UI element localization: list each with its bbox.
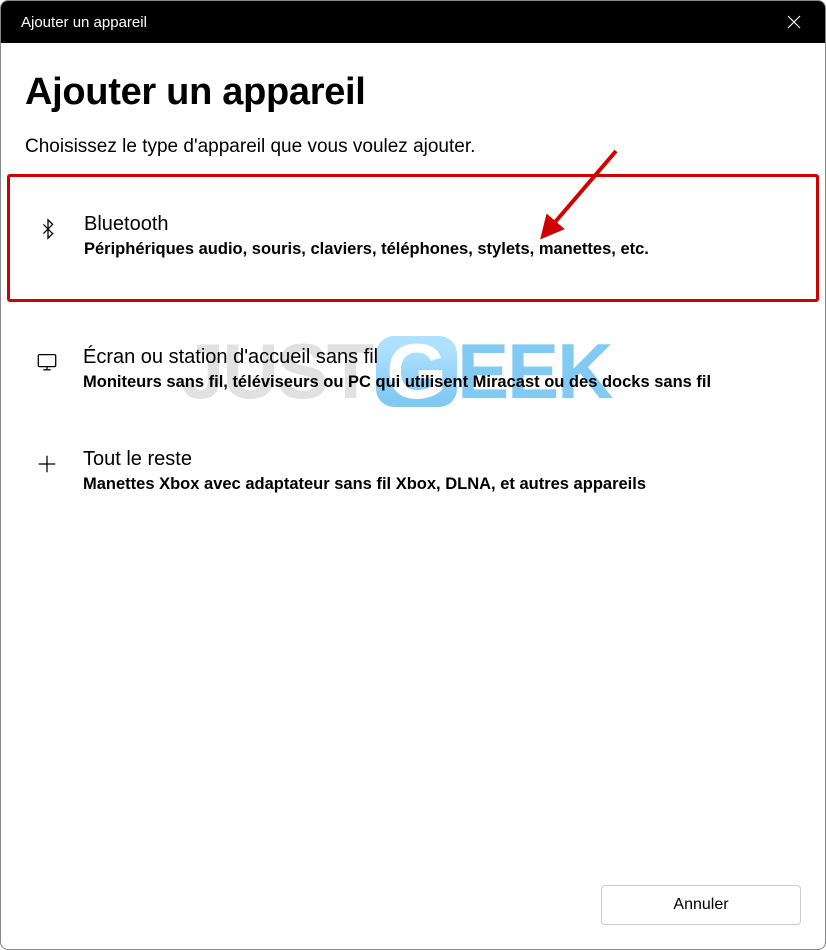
- option-description: Manettes Xbox avec adaptateur sans fil X…: [83, 475, 793, 494]
- titlebar: Ajouter un appareil: [1, 1, 825, 43]
- option-title: Tout le reste: [83, 448, 793, 471]
- dialog-footer: Annuler: [25, 867, 801, 925]
- window-title: Ajouter un appareil: [21, 14, 147, 31]
- page-subtitle: Choisissez le type d'appareil que vous v…: [25, 136, 801, 158]
- option-text: Tout le reste Manettes Xbox avec adaptat…: [83, 448, 793, 494]
- close-button[interactable]: [783, 11, 805, 33]
- bluetooth-icon: [34, 215, 62, 243]
- page-title: Ajouter un appareil: [25, 71, 801, 114]
- add-device-dialog: Ajouter un appareil JUST G EEK Ajouter u…: [0, 0, 826, 950]
- plus-icon: [33, 450, 61, 478]
- option-everything-else[interactable]: Tout le reste Manettes Xbox avec adaptat…: [25, 420, 801, 522]
- option-text: Écran ou station d'accueil sans fil Moni…: [83, 346, 793, 392]
- dialog-content: JUST G EEK Ajouter un appareil Choisisse…: [1, 43, 825, 949]
- option-title: Écran ou station d'accueil sans fil: [83, 346, 793, 369]
- cancel-button[interactable]: Annuler: [601, 885, 801, 925]
- option-description: Périphériques audio, souris, claviers, t…: [84, 240, 792, 259]
- close-icon: [787, 15, 801, 29]
- device-type-list: Bluetooth Périphériques audio, souris, c…: [25, 174, 801, 522]
- option-text: Bluetooth Périphériques audio, souris, c…: [84, 213, 792, 259]
- option-description: Moniteurs sans fil, téléviseurs ou PC qu…: [83, 373, 793, 392]
- option-title: Bluetooth: [84, 213, 792, 236]
- option-wireless-display[interactable]: Écran ou station d'accueil sans fil Moni…: [25, 318, 801, 420]
- option-bluetooth[interactable]: Bluetooth Périphériques audio, souris, c…: [7, 174, 819, 302]
- display-icon: [33, 348, 61, 376]
